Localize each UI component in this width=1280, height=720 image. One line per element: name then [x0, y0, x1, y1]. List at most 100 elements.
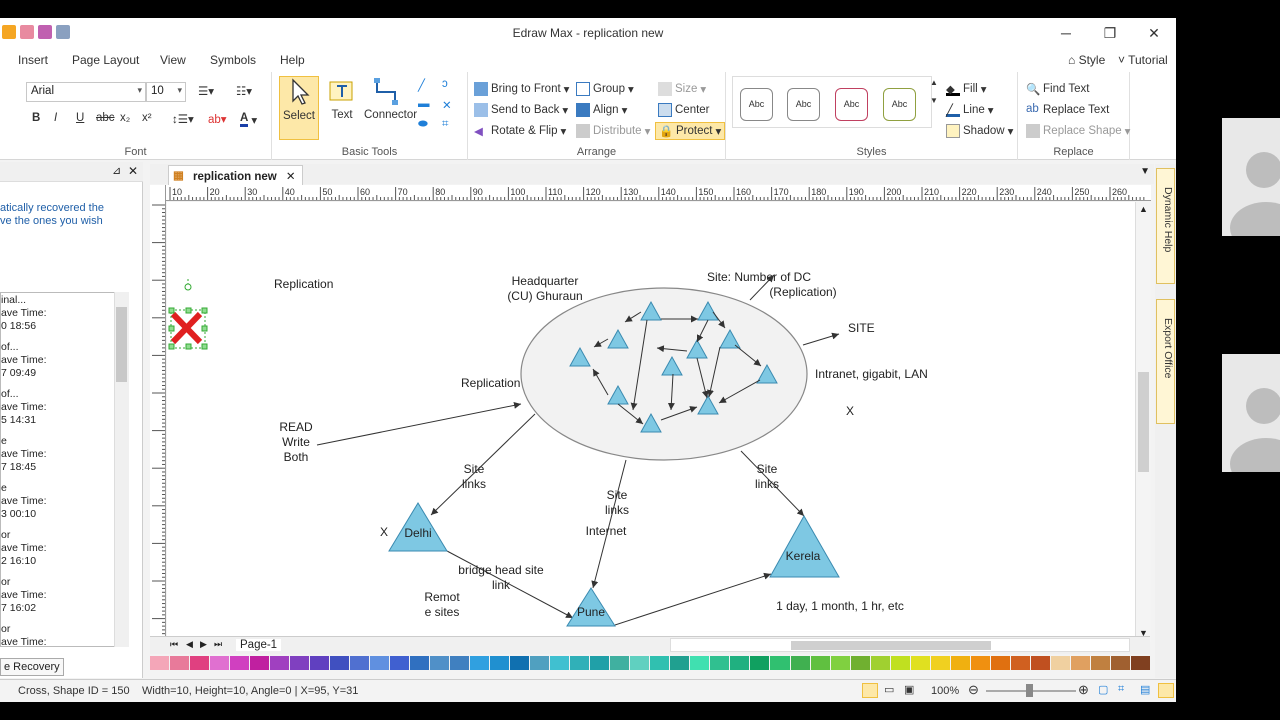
cross-shape-selected[interactable]	[168, 279, 208, 350]
tutorial-menu[interactable]: ˅ Tutorial	[1118, 53, 1168, 67]
zoom-out-icon[interactable]: ⊖	[968, 682, 979, 698]
palette-swatch[interactable]	[1070, 656, 1090, 670]
center-button[interactable]: Center	[658, 103, 710, 117]
page-tab[interactable]: Page-1	[236, 639, 282, 651]
canvas-vertical-scrollbar[interactable]: ▲ ▼	[1135, 202, 1151, 642]
shadow-button[interactable]: Shadow ▾	[946, 124, 1013, 138]
menu-symbols[interactable]: Symbols	[210, 53, 256, 67]
protect-button[interactable]: 🔒 Protect ▾	[655, 122, 726, 140]
site-links-b-line2[interactable]: links	[605, 503, 629, 517]
minimize-button[interactable]: ─	[1044, 18, 1088, 48]
palette-swatch[interactable]	[990, 656, 1010, 670]
h-scroll-thumb[interactable]	[791, 641, 991, 650]
palette-swatch[interactable]	[910, 656, 930, 670]
recovery-list-scroll-thumb[interactable]	[116, 307, 127, 382]
align-button[interactable]: Align ▾	[576, 103, 627, 117]
palette-swatch[interactable]	[350, 656, 370, 670]
replace-shape-button[interactable]: Replace Shape ▾	[1026, 124, 1130, 138]
strikethrough-button[interactable]: abc	[96, 112, 115, 124]
site-dc-label-line1[interactable]: Site: Number of DC	[707, 270, 811, 284]
palette-swatch[interactable]	[610, 656, 630, 670]
participant-tile-2[interactable]	[1222, 354, 1280, 472]
replication-title[interactable]: Replication	[274, 277, 333, 291]
zoom-in-icon[interactable]: ⊕	[1078, 682, 1089, 698]
palette-swatch[interactable]	[230, 656, 250, 670]
align-text-icon[interactable]: ☰▾	[198, 84, 214, 98]
zoom-level[interactable]: 100%	[931, 685, 959, 697]
palette-swatch[interactable]	[750, 656, 770, 670]
palette-swatch[interactable]	[670, 656, 690, 670]
line-tool-icon[interactable]: ╱	[418, 78, 425, 92]
palette-swatch[interactable]	[570, 656, 590, 670]
palette-swatch[interactable]	[810, 656, 830, 670]
send-to-back-button[interactable]: Send to Back ▾	[474, 103, 568, 117]
font-size-combo[interactable]: 10	[146, 82, 186, 102]
recovery-list-item[interactable]: e ave Time: 7 18:45	[1, 434, 128, 481]
crop-tool-icon[interactable]: ⌗	[442, 118, 448, 131]
highlight-icon[interactable]: ab▾	[208, 112, 227, 126]
page-nav-first-icon[interactable]: ⏮	[170, 639, 178, 650]
replication-label[interactable]: Replication	[461, 376, 520, 390]
font-family-combo[interactable]: Arial	[26, 82, 146, 102]
cross-tool-icon[interactable]: ✕	[442, 98, 452, 112]
palette-swatch[interactable]	[870, 656, 890, 670]
line-button[interactable]: ╱ Line ▾	[946, 103, 994, 117]
palette-swatch[interactable]	[470, 656, 490, 670]
bridge-head-label-line1[interactable]: bridge head site	[458, 563, 544, 577]
palette-swatch[interactable]	[370, 656, 390, 670]
fill-button[interactable]: ◆ Fill ▾	[946, 82, 986, 96]
replace-text-button[interactable]: ab Replace Text	[1026, 103, 1109, 117]
palette-swatch[interactable]	[730, 656, 750, 670]
delhi-label[interactable]: Delhi	[404, 526, 431, 540]
palette-swatch[interactable]	[650, 656, 670, 670]
palette-swatch[interactable]	[1110, 656, 1130, 670]
site-links-c-line2[interactable]: links	[755, 477, 779, 491]
recovery-list-item[interactable]: or ave Time: 7 16:02	[1, 575, 128, 622]
palette-swatch[interactable]	[550, 656, 570, 670]
palette-swatch[interactable]	[950, 656, 970, 670]
recovery-file-list[interactable]: inal... ave Time: 0 18:56 of... ave Time: 7 0…	[0, 292, 129, 647]
palette-swatch[interactable]	[430, 656, 450, 670]
fit-width-icon[interactable]: ▢	[1098, 683, 1108, 696]
connector-tool-button[interactable]: Connector	[364, 76, 417, 140]
palette-swatch[interactable]	[330, 656, 350, 670]
recovery-list-item[interactable]: or ave Time:	[1, 622, 128, 646]
grid-icon[interactable]: ⌗	[1118, 683, 1124, 696]
fit-page-icon[interactable]: ▣	[904, 683, 914, 696]
palette-swatch[interactable]	[850, 656, 870, 670]
palette-swatch[interactable]	[1050, 656, 1070, 670]
arc-tool-icon[interactable]: ↄ	[442, 78, 448, 90]
palette-swatch[interactable]	[690, 656, 710, 670]
site-links-a-line2[interactable]: links	[462, 477, 486, 491]
recovery-list-item[interactable]: of... ave Time: 7 09:49	[1, 340, 128, 387]
line-spacing-icon[interactable]: ↕☰▾	[172, 112, 194, 126]
group-button[interactable]: Group ▾	[576, 82, 634, 96]
close-panel-icon[interactable]: ✕	[128, 164, 138, 178]
zoom-slider-thumb[interactable]	[1026, 684, 1033, 697]
durations-label[interactable]: 1 day, 1 month, 1 hr, etc	[776, 599, 904, 613]
kerela-triangle[interactable]	[769, 514, 840, 578]
palette-swatch[interactable]	[1130, 656, 1150, 670]
both-label[interactable]: Both	[284, 450, 309, 464]
subscript-button[interactable]: x₂	[120, 112, 130, 124]
palette-swatch[interactable]	[1090, 656, 1110, 670]
pin-icon[interactable]: ⊿	[112, 164, 121, 177]
diagram[interactable]: Replication Headquarter (CU) Ghuraun Sit…	[167, 202, 1135, 642]
palette-swatch[interactable]	[770, 656, 790, 670]
palette-swatch[interactable]	[930, 656, 950, 670]
palette-swatch[interactable]	[530, 656, 550, 670]
palette-swatch[interactable]	[630, 656, 650, 670]
ellipse-tool-icon[interactable]: ⬬	[418, 118, 428, 131]
write-label[interactable]: Write	[282, 435, 310, 449]
pune-label[interactable]: Pune	[577, 605, 605, 619]
canvas-horizontal-scrollbar[interactable]	[670, 638, 1130, 652]
site-label[interactable]: SITE	[848, 321, 875, 335]
hq-label-line1[interactable]: Headquarter	[512, 274, 579, 288]
palette-swatch[interactable]	[790, 656, 810, 670]
palette-swatch[interactable]	[190, 656, 210, 670]
palette-swatch[interactable]	[450, 656, 470, 670]
palette-swatch[interactable]	[150, 656, 170, 670]
export-office-tab[interactable]: Export Office	[1156, 299, 1175, 424]
italic-button[interactable]: I	[54, 112, 57, 124]
normal-view-icon[interactable]	[862, 683, 878, 698]
